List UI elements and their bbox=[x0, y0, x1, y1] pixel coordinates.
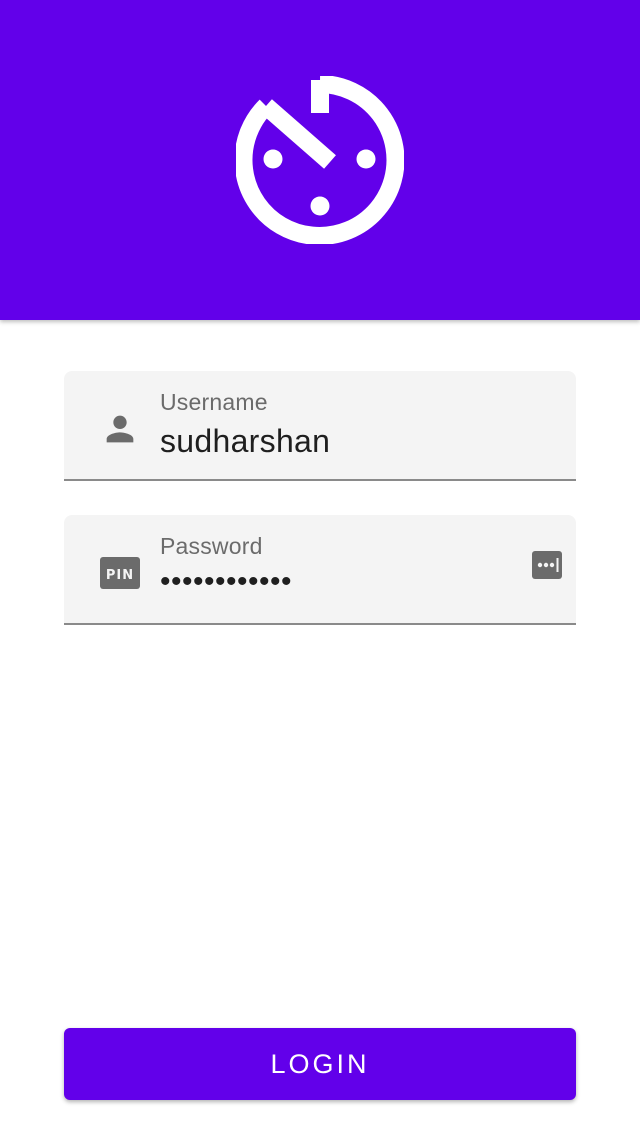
username-field[interactable]: Username sudharshan bbox=[64, 371, 576, 481]
username-label: Username bbox=[160, 389, 268, 415]
password-input[interactable]: •••••••••••• bbox=[160, 565, 292, 599]
timer-outline-icon bbox=[236, 76, 404, 244]
password-field[interactable]: PIN Password •••••••••••• bbox=[64, 515, 576, 625]
login-button[interactable]: LOGIN bbox=[64, 1028, 576, 1100]
person-icon bbox=[106, 415, 134, 443]
pin-icon: PIN bbox=[100, 557, 140, 589]
svg-text:PIN: PIN bbox=[106, 568, 134, 583]
password-dots-icon[interactable] bbox=[532, 549, 564, 581]
username-input[interactable]: sudharshan bbox=[160, 423, 330, 460]
password-label: Password bbox=[160, 533, 263, 559]
app-header bbox=[0, 0, 640, 320]
